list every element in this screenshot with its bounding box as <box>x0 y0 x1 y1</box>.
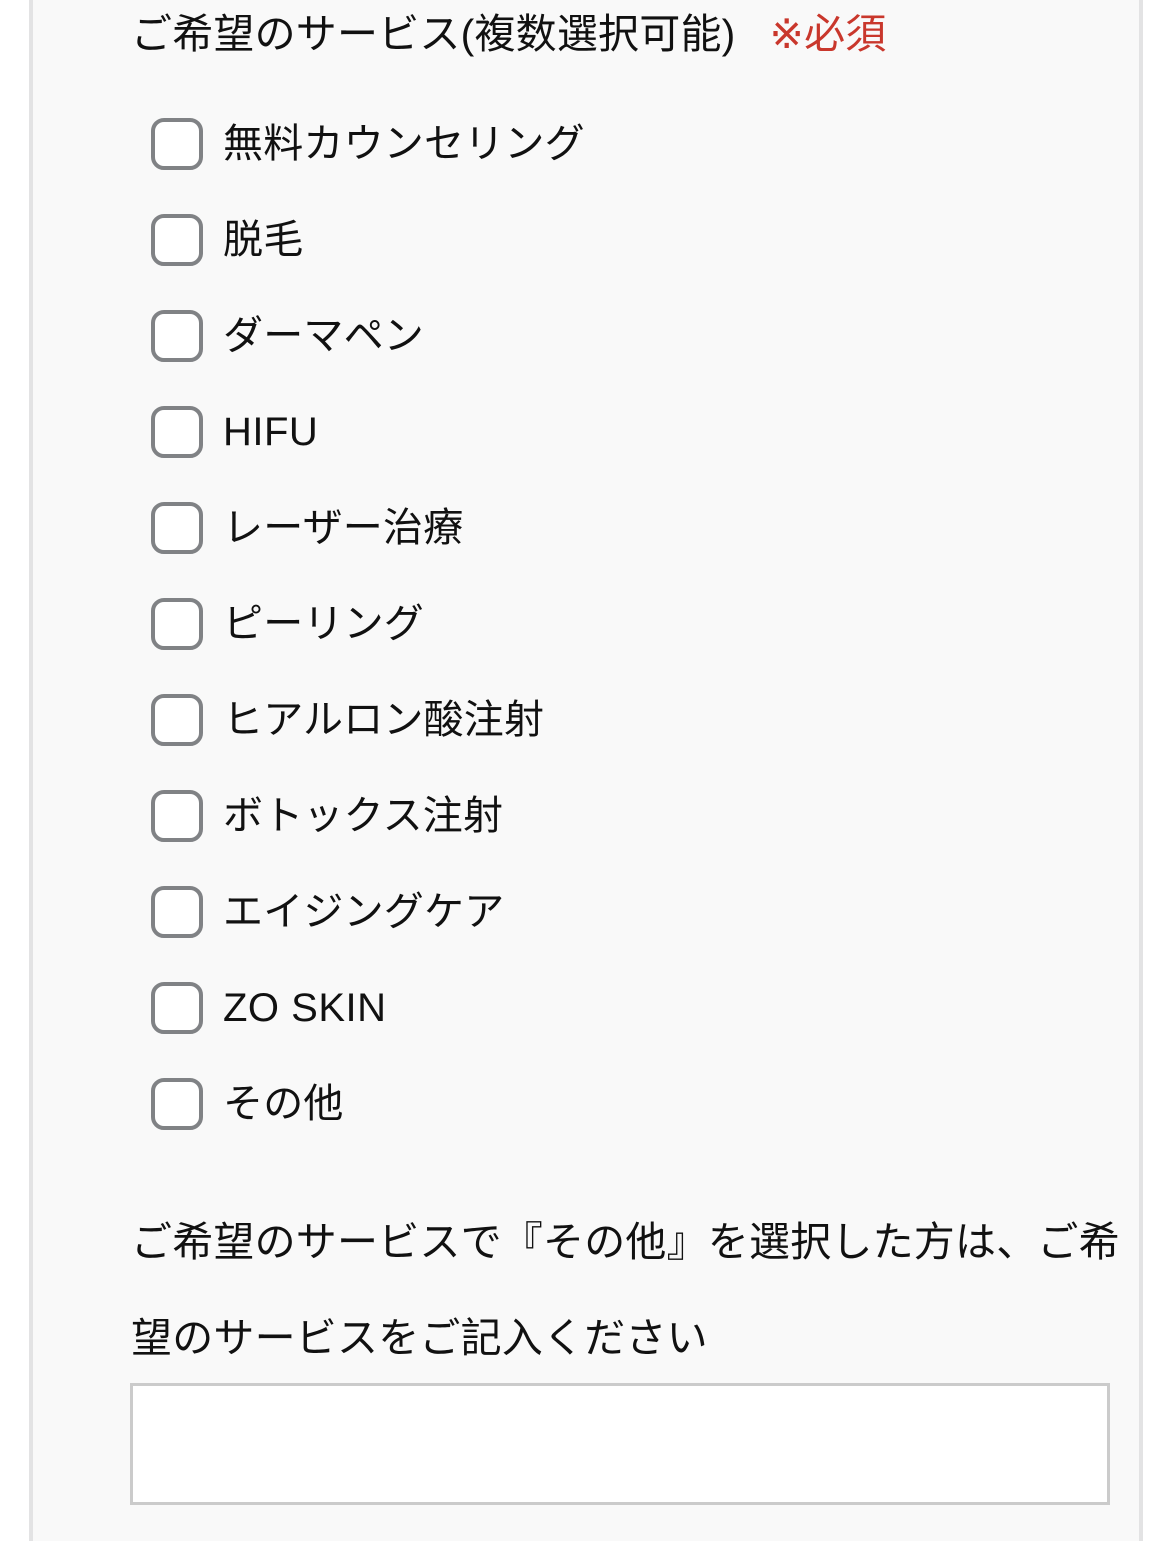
checkbox-option-zo-skin[interactable]: ZO SKIN <box>33 960 1143 1056</box>
left-gutter <box>0 0 29 1541</box>
required-badge: ※必須 <box>769 11 887 57</box>
service-checkbox-group: 無料カウンセリング 脱毛 ダーマペン HIFU レーザー治療 ピーリング ヒアル… <box>33 96 1143 1152</box>
checkbox-option-label: ダーマペン <box>223 314 424 358</box>
checkbox-option-label: HIFU <box>223 410 319 454</box>
checkbox-option-peeling[interactable]: ピーリング <box>33 576 1143 672</box>
checkbox-option-label: その他 <box>223 1082 344 1126</box>
checkbox-option-label: ZO SKIN <box>223 986 387 1030</box>
checkbox-icon[interactable] <box>151 982 203 1034</box>
checkbox-icon[interactable] <box>151 886 203 938</box>
checkbox-option-label: 脱毛 <box>223 218 304 262</box>
checkbox-option-botox-injection[interactable]: ボトックス注射 <box>33 768 1143 864</box>
checkbox-icon[interactable] <box>151 598 203 650</box>
checkbox-option-hyaluronic-acid-injection[interactable]: ヒアルロン酸注射 <box>33 672 1143 768</box>
other-service-input[interactable] <box>130 1383 1110 1505</box>
checkbox-icon[interactable] <box>151 214 203 266</box>
checkbox-icon[interactable] <box>151 310 203 362</box>
checkbox-option-aging-care[interactable]: エイジングケア <box>33 864 1143 960</box>
form-page: ご希望のサービス(複数選択可能) ※必須 無料カウンセリング 脱毛 ダーマペン H… <box>0 0 1170 1541</box>
checkbox-option-label: ボトックス注射 <box>223 794 504 838</box>
checkbox-icon[interactable] <box>151 118 203 170</box>
checkbox-option-label: ヒアルロン酸注射 <box>223 698 545 742</box>
checkbox-option-laser-treatment[interactable]: レーザー治療 <box>33 480 1143 576</box>
checkbox-icon[interactable] <box>151 1078 203 1130</box>
checkbox-icon[interactable] <box>151 694 203 746</box>
other-service-question-label: ご希望のサービスで『その他』を選択した方は、ご希望のサービスをご記入ください <box>131 1219 1120 1361</box>
vertical-scrollbar-track[interactable] <box>1147 0 1167 1541</box>
checkbox-option-hifu[interactable]: HIFU <box>33 384 1143 480</box>
checkbox-option-other[interactable]: その他 <box>33 1056 1143 1152</box>
service-question-label: ご希望のサービス(複数選択可能) <box>131 11 736 57</box>
checkbox-option-hair-removal[interactable]: 脱毛 <box>33 192 1143 288</box>
checkbox-option-label: 無料カウンセリング <box>223 122 585 166</box>
service-question-header: ご希望のサービス(複数選択可能) ※必須 <box>131 8 886 60</box>
checkbox-option-free-counseling[interactable]: 無料カウンセリング <box>33 96 1143 192</box>
checkbox-icon[interactable] <box>151 790 203 842</box>
checkbox-option-label: ピーリング <box>223 602 424 646</box>
checkbox-option-label: エイジングケア <box>223 890 505 934</box>
checkbox-option-label: レーザー治療 <box>223 506 464 550</box>
form-panel: ご希望のサービス(複数選択可能) ※必須 無料カウンセリング 脱毛 ダーマペン H… <box>33 0 1143 1541</box>
checkbox-icon[interactable] <box>151 502 203 554</box>
checkbox-option-dermapen[interactable]: ダーマペン <box>33 288 1143 384</box>
checkbox-icon[interactable] <box>151 406 203 458</box>
